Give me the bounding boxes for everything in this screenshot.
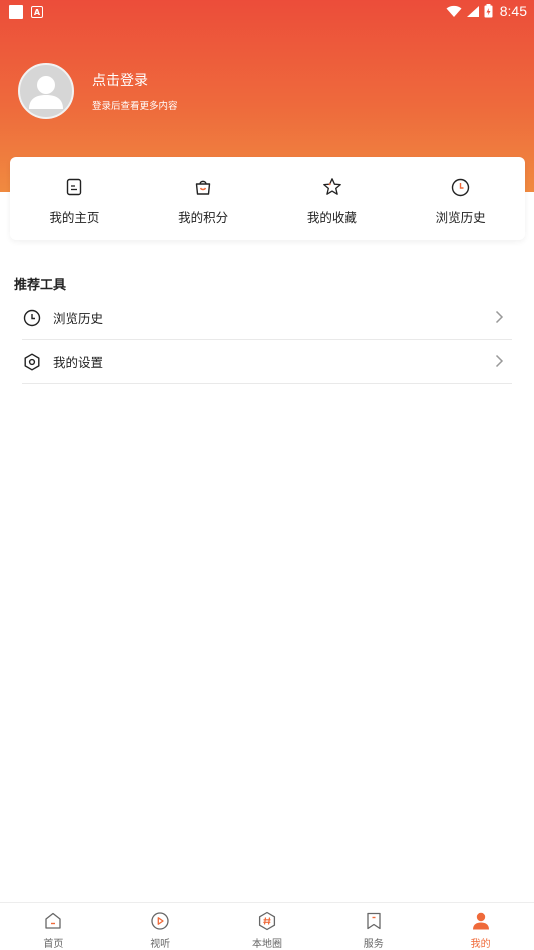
hashtag-hexagon-icon [258,911,276,931]
status-bar: A 8:45 [0,0,534,24]
quick-action-my-favorites[interactable]: 我的收藏 [268,157,397,240]
default-avatar-icon [29,76,63,109]
tab-label: 本地圈 [251,939,282,950]
home-icon [45,912,62,929]
quick-action-browse-history[interactable]: 浏览历史 [396,157,525,240]
tab-label: 我的 [470,939,491,950]
quick-action-label: 浏览历史 [435,210,486,225]
quick-action-my-homepage[interactable]: 我的主页 [10,157,139,240]
quick-action-label: 我的积分 [178,210,229,225]
quick-action-label: 我的收藏 [306,210,357,225]
bookmark-icon [367,912,381,930]
section-title-recommended-tools: 推荐工具 [14,278,67,293]
tab-label: 服务 [363,939,384,950]
cellular-signal-icon [466,5,479,17]
chevron-right-icon [495,310,504,324]
tab-label: 视听 [150,939,171,950]
list-item-browse-history[interactable]: 浏览历史 [22,296,512,340]
tab-local-circle[interactable]: 本地圈 [214,903,321,950]
quick-action-label: 我的主页 [49,210,100,225]
tab-mine[interactable]: 我的 [427,903,534,950]
star-icon [323,178,341,195]
tab-label: 首页 [43,939,64,950]
list-item-my-settings[interactable]: 我的设置 [22,340,512,384]
app-notification-icon: A [31,6,43,18]
quick-action-my-points[interactable]: 我的积分 [139,157,268,240]
login-subtitle: 登录后查看更多内容 [92,101,178,112]
bottom-tab-bar: 首页 视听 本地圈 服务 我的 [0,902,534,950]
settings-hexagon-icon [24,353,40,370]
wifi-icon [446,5,462,17]
battery-icon [484,4,493,18]
play-circle-icon [151,912,169,930]
person-icon [472,912,489,930]
tab-home[interactable]: 首页 [0,903,107,950]
clock-icon [23,309,41,326]
notification-square-icon [9,5,23,19]
login-prompt[interactable]: 点击登录 [92,70,148,90]
quick-actions-card: 我的主页 我的积分 我的收藏 浏览历史 [10,157,525,240]
avatar[interactable] [18,63,74,119]
list-item-label: 浏览历史 [53,311,104,326]
note-icon [67,178,82,196]
shopping-bag-icon [195,180,211,195]
tab-media[interactable]: 视听 [107,903,214,950]
tab-services[interactable]: 服务 [320,903,427,950]
clock-icon [451,178,470,196]
tools-list: 浏览历史 我的设置 [22,296,512,384]
status-time: 8:45 [499,3,527,19]
list-item-label: 我的设置 [53,355,104,370]
chevron-right-icon [495,354,504,368]
